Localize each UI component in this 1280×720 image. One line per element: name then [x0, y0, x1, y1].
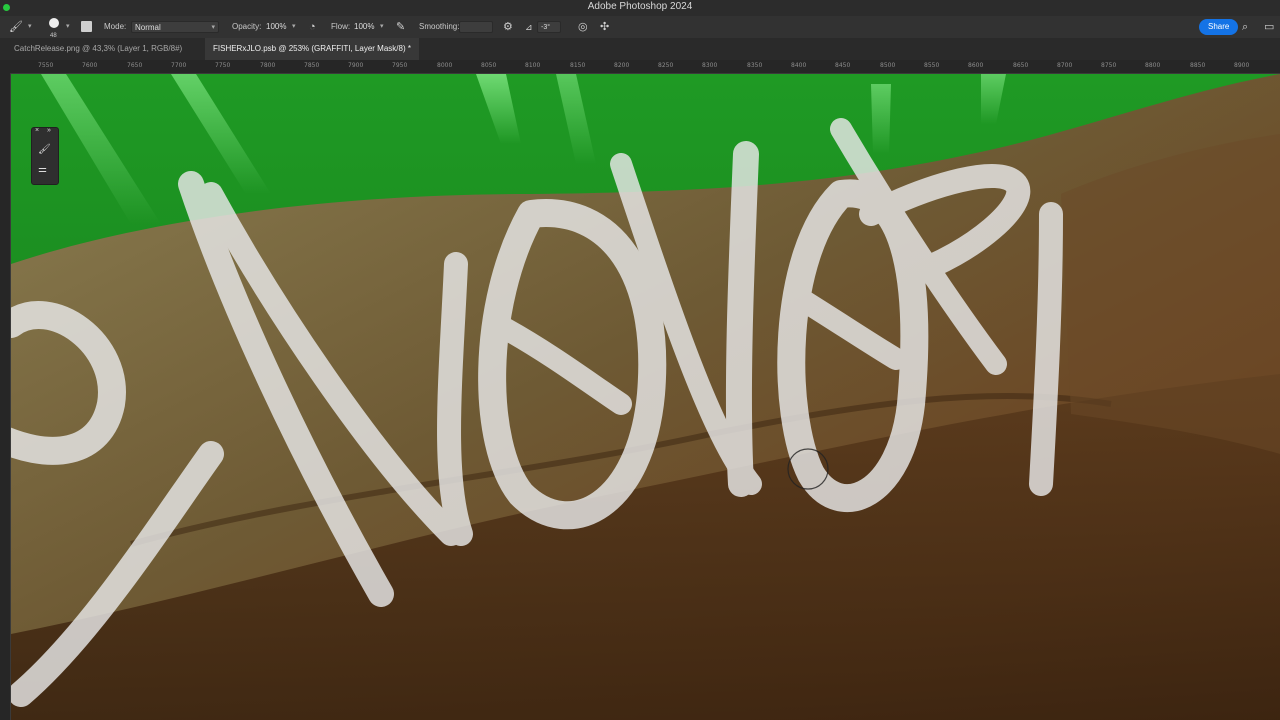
- ruler-tick: 7900: [348, 62, 364, 69]
- tool-preset-chevron-icon[interactable]: ▾: [28, 16, 32, 38]
- ruler-horizontal[interactable]: 7550 7600 7650 7700 7750 7800 7850 7900 …: [0, 60, 1280, 74]
- artwork: [11, 74, 1280, 720]
- smoothing-input[interactable]: [459, 21, 493, 33]
- mode-chevron-icon: ▾: [211, 24, 215, 31]
- title-bar: Adobe Photoshop 2024: [0, 0, 1280, 16]
- contextual-tool-panel: × » 🖌 ⚌: [31, 127, 59, 185]
- gear-icon[interactable]: ⚙: [503, 16, 513, 38]
- tab-fisherxjlo[interactable]: FISHERxJLO.psb @ 253% (GRAFFITI, Layer M…: [205, 38, 419, 60]
- symmetry-icon[interactable]: ✣: [600, 16, 609, 38]
- flow-label: Flow:: [331, 22, 351, 31]
- adjust-sliders-icon[interactable]: ⚌: [38, 164, 47, 175]
- opacity-chevron-icon[interactable]: ▾: [292, 16, 296, 38]
- ruler-tick: 8750: [1101, 62, 1117, 69]
- ruler-tick: 8600: [968, 62, 984, 69]
- opacity-input[interactable]: 100%: [266, 16, 286, 38]
- light-beam: [871, 84, 891, 154]
- ruler-tick: 8200: [614, 62, 630, 69]
- brush-icon[interactable]: 🖌: [9, 16, 23, 38]
- ruler-tick: 7550: [38, 62, 54, 69]
- opacity-label: Opacity:: [232, 22, 262, 31]
- ruler-tick: 8000: [437, 62, 453, 69]
- mode-select[interactable]: Normal ▾: [131, 21, 219, 33]
- workspace-icon[interactable]: ▭: [1264, 16, 1274, 38]
- ruler-tick: 7650: [127, 62, 143, 69]
- brush-icon[interactable]: 🖌: [38, 144, 51, 155]
- tab-catchrelease[interactable]: CatchRelease.png @ 43,3% (Layer 1, RGB/8…: [6, 38, 190, 60]
- opacity-pressure-icon[interactable]: ◔: [309, 16, 316, 38]
- stroke-v: [437, 252, 473, 546]
- options-bar: 🖌 ▾ 48 ▾ Mode: Normal ▾ Opacity: 100% ▾ …: [0, 16, 1280, 39]
- ruler-tick: 7700: [171, 62, 187, 69]
- ruler-tick: 7950: [392, 62, 408, 69]
- ruler-tick: 8400: [791, 62, 807, 69]
- flow-input[interactable]: 100%: [354, 16, 374, 38]
- smoothing-label: Smoothing:: [419, 22, 460, 31]
- share-button[interactable]: Share: [1199, 19, 1239, 35]
- ruler-tick: 8050: [481, 62, 497, 69]
- ruler-tick: 8500: [880, 62, 896, 69]
- ruler-tick: 8850: [1190, 62, 1206, 69]
- ruler-tick: 8250: [658, 62, 674, 69]
- angle-input[interactable]: -3°: [537, 21, 561, 33]
- ruler-tick: 7750: [215, 62, 231, 69]
- stroke-one: [1029, 202, 1063, 496]
- ruler-tick: 8350: [747, 62, 763, 69]
- angle-icon: ⊿: [525, 22, 533, 32]
- flow-chevron-icon[interactable]: ▾: [380, 16, 384, 38]
- app-title: Adobe Photoshop 2024: [587, 1, 693, 12]
- ruler-tick: 7850: [304, 62, 320, 69]
- fur-texture-right: [1061, 134, 1280, 454]
- airbrush-icon[interactable]: ✎: [396, 16, 405, 38]
- ruler-tick: 7600: [82, 62, 98, 69]
- ruler-tick: 8650: [1013, 62, 1029, 69]
- ruler-tick: 8450: [835, 62, 851, 69]
- ruler-tick: 8150: [570, 62, 586, 69]
- ruler-tick: 7800: [260, 62, 276, 69]
- document-canvas[interactable]: [11, 74, 1280, 720]
- stroke-l2: [725, 141, 759, 497]
- mode-label: Mode:: [104, 22, 127, 31]
- ruler-tick: 8100: [525, 62, 541, 69]
- ruler-tick: 8700: [1057, 62, 1073, 69]
- mode-value: Normal: [135, 23, 161, 32]
- ruler-tick: 8300: [702, 62, 718, 69]
- ruler-tick: 8550: [924, 62, 940, 69]
- ruler-tick: 8800: [1145, 62, 1161, 69]
- panel-close-icon[interactable]: ×: [35, 127, 39, 134]
- search-icon[interactable]: ⌕: [1242, 16, 1248, 38]
- ruler-vertical[interactable]: [0, 73, 11, 720]
- brush-picker-chevron-icon[interactable]: ▾: [66, 16, 70, 38]
- brush-settings-icon[interactable]: [81, 21, 92, 32]
- document-tabs: CatchRelease.png @ 43,3% (Layer 1, RGB/8…: [0, 38, 1280, 60]
- ruler-tick: 8900: [1234, 62, 1250, 69]
- panel-collapse-icon[interactable]: »: [47, 127, 51, 134]
- pressure-size-icon[interactable]: ◎: [578, 16, 588, 38]
